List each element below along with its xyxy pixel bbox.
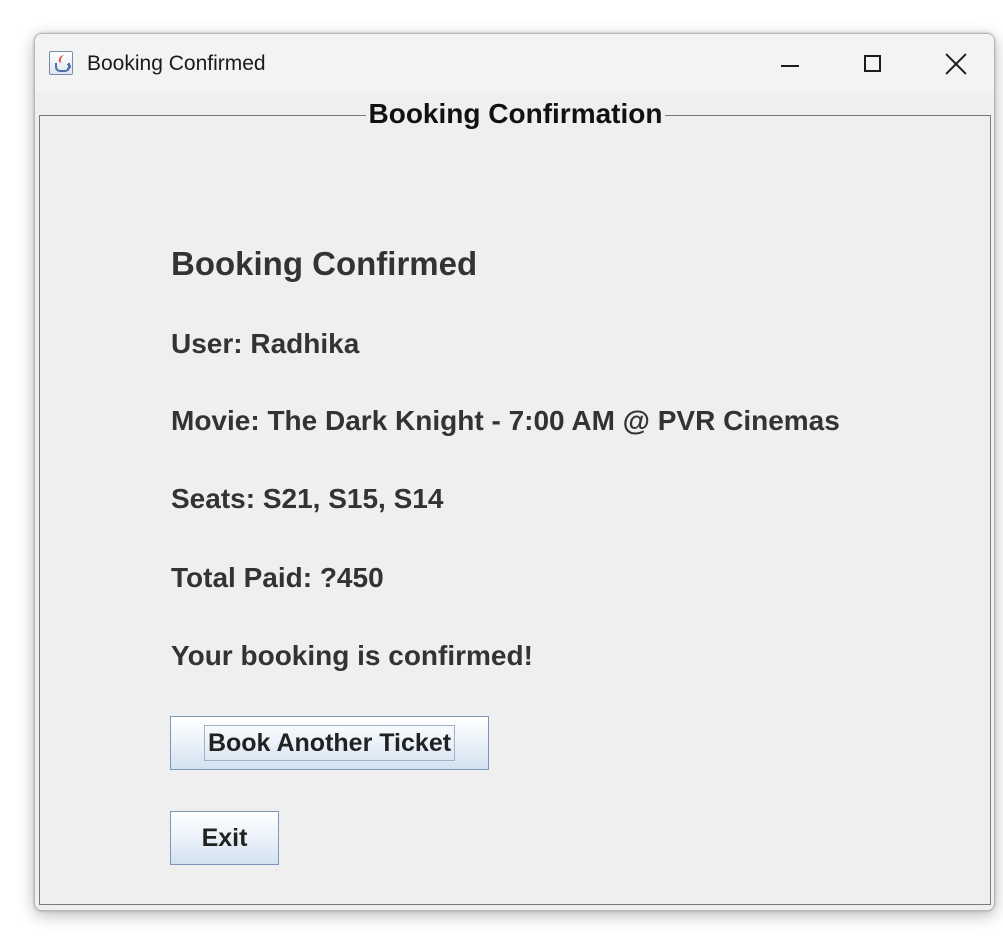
exit-button[interactable]: Exit <box>170 811 279 865</box>
exit-label: Exit <box>201 824 248 852</box>
confirmation-heading: Booking Confirmed <box>171 245 478 282</box>
close-button[interactable] <box>923 34 987 92</box>
panel-title-text: Booking Confirmation <box>365 98 666 129</box>
title-bar[interactable]: Booking Confirmed <box>35 34 994 92</box>
maximize-icon <box>864 55 881 72</box>
user-label: User: Radhika <box>171 328 360 359</box>
minimize-icon <box>781 65 799 67</box>
booking-confirmed-window: Booking Confirmed Booking Confirmation B… <box>34 33 995 911</box>
book-another-ticket-label: Book Another Ticket <box>203 725 456 761</box>
book-another-ticket-button[interactable]: Book Another Ticket <box>170 716 489 770</box>
panel-title: Booking Confirmation <box>35 97 994 131</box>
confirmation-message: Your booking is confirmed! <box>171 640 533 671</box>
movie-label: Movie: The Dark Knight - 7:00 AM @ PVR C… <box>171 405 840 436</box>
java-cup-icon <box>49 51 73 75</box>
close-icon <box>945 53 967 75</box>
maximize-button[interactable] <box>841 34 905 92</box>
window-title: Booking Confirmed <box>87 52 266 75</box>
total-paid-label: Total Paid: ?450 <box>171 562 384 593</box>
minimize-button[interactable] <box>757 34 821 92</box>
seats-label: Seats: S21, S15, S14 <box>171 483 444 514</box>
content-pane: Booking Confirmation Booking Confirmed U… <box>35 92 994 910</box>
